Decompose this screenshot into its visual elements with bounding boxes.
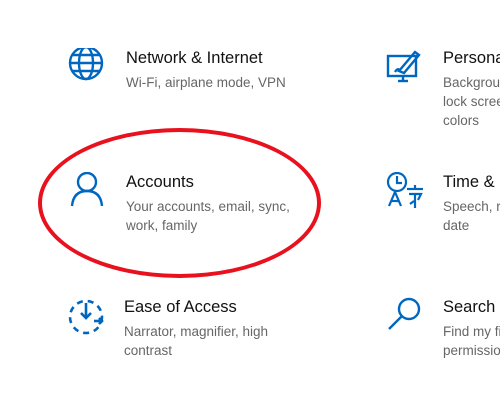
tile-title: Ease of Access bbox=[124, 298, 237, 316]
tile-title: Accounts bbox=[126, 173, 194, 191]
globe-icon bbox=[68, 48, 108, 88]
tile-title: Personalization bbox=[443, 49, 500, 67]
settings-tile-ease-of-access[interactable]: Ease of Access Narrator, magnifier, high… bbox=[66, 297, 326, 367]
tile-description: Speech, region, date bbox=[443, 199, 500, 233]
settings-tile-personalization[interactable]: Personalization Background, lock screen,… bbox=[385, 48, 500, 128]
tile-description: Wi-Fi, airplane mode, VPN bbox=[126, 75, 286, 90]
search-icon bbox=[385, 297, 425, 337]
ease-of-access-icon bbox=[66, 297, 106, 337]
time-language-icon bbox=[385, 172, 425, 212]
tile-description: Find my files, permissions bbox=[443, 324, 500, 358]
tile-description: Background, lock screen, colors bbox=[443, 75, 500, 128]
settings-tile-search[interactable]: Search Find my files, permissions bbox=[385, 297, 500, 358]
settings-tile-time-language[interactable]: Time & Language Speech, region, date bbox=[385, 172, 500, 233]
settings-home: Network & Internet Wi-Fi, airplane mode,… bbox=[0, 0, 500, 400]
personalization-icon bbox=[385, 48, 425, 88]
person-icon bbox=[68, 172, 108, 212]
settings-tile-network[interactable]: Network & Internet Wi-Fi, airplane mode,… bbox=[68, 48, 328, 108]
tile-title: Search bbox=[443, 298, 496, 316]
settings-tile-accounts[interactable]: Accounts Your accounts, email, sync, wor… bbox=[68, 172, 328, 242]
tile-description: Narrator, magnifier, high contrast bbox=[124, 324, 269, 358]
tile-description: Your accounts, email, sync, work, family bbox=[126, 199, 290, 233]
tile-title: Time & Language bbox=[443, 173, 500, 191]
tile-title: Network & Internet bbox=[126, 49, 263, 67]
